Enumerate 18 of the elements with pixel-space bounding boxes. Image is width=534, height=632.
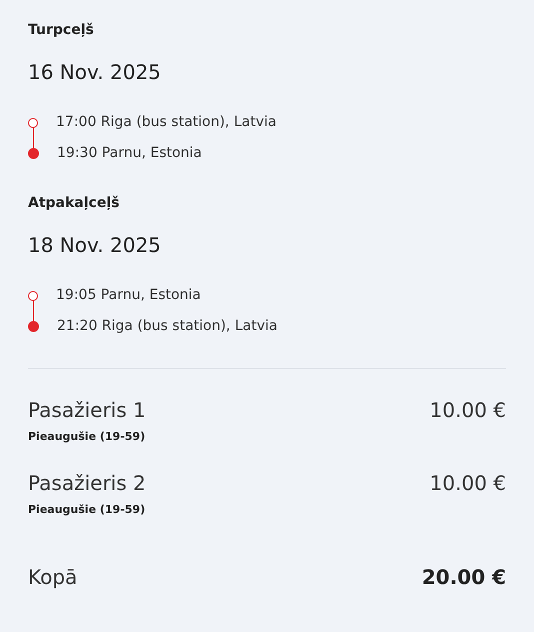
passenger-price: 10.00 €	[430, 397, 506, 424]
passenger-category: Pieaugušie (19-59)	[28, 429, 146, 445]
stop-text: 19:05 Parnu, Estonia	[56, 286, 201, 305]
trip-date: 16 Nov. 2025	[28, 59, 162, 86]
stop-text: 17:00 Riga (bus station), Latvia	[56, 113, 276, 132]
route-line	[33, 127, 34, 150]
route-line	[33, 300, 34, 323]
section-heading: Turpceļš	[28, 21, 95, 40]
total-label: Kopā	[28, 564, 78, 591]
total-amount: 20.00 €	[422, 564, 506, 591]
passenger-category: Pieaugušie (19-59)	[28, 502, 146, 518]
passenger-name: Pasažieris 2	[28, 470, 146, 496]
passenger-price: 10.00 €	[430, 470, 506, 496]
trip-date: 18 Nov. 2025	[28, 232, 162, 259]
section-heading: Atpakaļceļš	[28, 194, 120, 213]
passenger-name: Pasažieris 1	[28, 397, 146, 424]
stop-text: 19:30 Parnu, Estonia	[57, 144, 202, 163]
stop-text: 21:20 Riga (bus station), Latvia	[57, 317, 278, 336]
